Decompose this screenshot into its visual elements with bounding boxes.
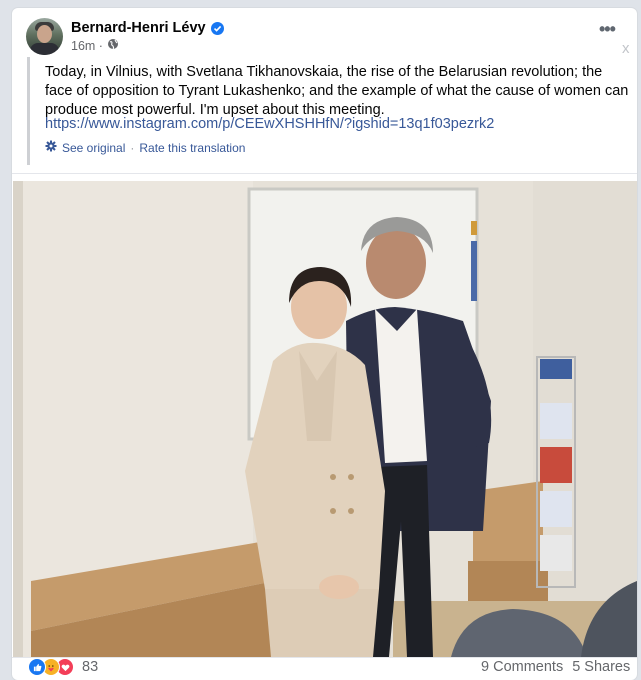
instagram-link[interactable]: https://www.instagram.com/p/CEEwXHSHHfN/… — [45, 116, 494, 132]
post-meta: 16m · — [71, 38, 119, 53]
gear-icon — [45, 140, 57, 155]
rate-translation-link[interactable]: Rate this translation — [139, 141, 245, 155]
author-avatar[interactable] — [26, 18, 63, 55]
post-time[interactable]: 16m · — [71, 39, 103, 53]
more-options-button[interactable]: ••• — [599, 20, 616, 38]
shares-count[interactable]: 5 Shares — [572, 659, 630, 675]
reaction-count[interactable]: 83 — [82, 659, 98, 675]
post-stats: 9 Comments 5 Shares — [481, 659, 630, 675]
footer-divider — [12, 657, 637, 658]
verified-badge-icon — [210, 21, 224, 35]
author-name[interactable]: Bernard-Henri Lévy — [71, 20, 206, 36]
close-button[interactable]: x — [622, 40, 630, 57]
like-icon — [28, 658, 46, 676]
author-name-row: Bernard-Henri Lévy — [71, 20, 224, 36]
comments-count[interactable]: 9 Comments — [481, 659, 563, 675]
see-original-link[interactable]: See original — [62, 141, 125, 155]
post-card: Bernard-Henri Lévy 16m · ••• x Today, in… — [12, 8, 637, 680]
reactions-summary[interactable]: 83 — [28, 658, 98, 676]
post-photo[interactable] — [13, 181, 637, 657]
globe-icon — [107, 38, 119, 53]
translation-quote-bar — [27, 57, 30, 165]
photo-illustration — [13, 181, 637, 657]
avatar-shirt — [30, 43, 59, 55]
post-text: Today, in Vilnius, with Svetlana Tikhano… — [45, 64, 629, 118]
header-divider — [12, 173, 637, 174]
translation-row: See original · Rate this translation — [45, 140, 245, 155]
avatar-face — [37, 25, 52, 43]
translation-separator: · — [130, 140, 135, 155]
